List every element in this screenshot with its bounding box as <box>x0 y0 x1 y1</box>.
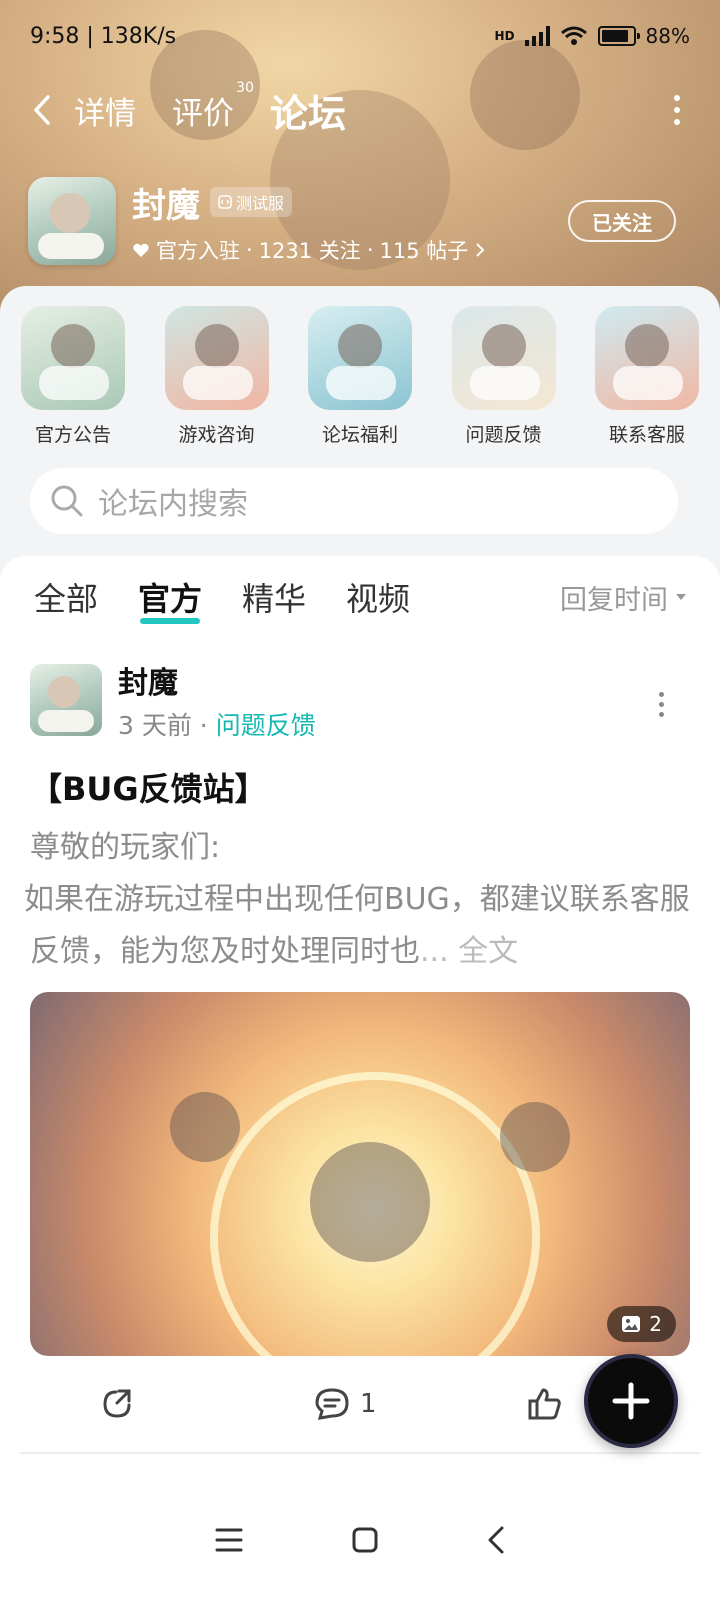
system-nav-bar <box>0 1480 720 1600</box>
image-figure <box>170 1092 240 1162</box>
search-placeholder: 论坛内搜索 <box>98 487 248 522</box>
sort-dropdown[interactable]: 回复时间 <box>560 578 686 617</box>
post-more-icon[interactable] <box>659 692 664 717</box>
status-bar: 9:58 | 138K/s HD 88% <box>30 18 690 54</box>
battery-level: 88% <box>645 24 690 48</box>
shortcut-image <box>595 306 699 410</box>
new-post-button[interactable] <box>584 1354 678 1448</box>
shortcut-image <box>308 306 412 410</box>
post-image[interactable]: 2 <box>30 992 690 1356</box>
post-card[interactable]: 封魔 3 天前 · 问题反馈 【BUG反馈站】 尊敬的玩家们: 如果在游玩过程中… <box>0 658 720 1356</box>
tab-reviews[interactable]: 评价 30 <box>172 80 254 133</box>
tab-all[interactable]: 全部 <box>34 574 98 620</box>
battery-icon <box>597 26 640 46</box>
divider <box>20 1452 700 1454</box>
tab-forum[interactable]: 论坛 <box>270 83 346 138</box>
image-icon <box>622 1316 641 1332</box>
review-count: 30 <box>236 79 254 96</box>
wifi-icon <box>560 26 587 45</box>
search-icon <box>51 485 83 517</box>
post-meta: 3 天前 · 问题反馈 <box>118 711 316 740</box>
header-banner: 9:58 | 138K/s HD 88% 详情 评价 30 论坛 封魔 测试服 … <box>0 0 720 320</box>
image-figure <box>500 1102 570 1172</box>
post-body[interactable]: 尊敬的玩家们: 如果在游玩过程中出现任何BUG，都建议联系客服反馈，能为您及时处… <box>24 822 690 978</box>
heart-icon <box>133 243 149 257</box>
post-title[interactable]: 【BUG反馈站】 <box>30 764 690 810</box>
app-icon[interactable] <box>28 177 116 265</box>
app-info: 封魔 测试服 官方入驻 · 1231 关注 · 115 帖子 已关注 <box>28 176 676 266</box>
tab-featured[interactable]: 精华 <box>242 574 306 620</box>
avatar[interactable] <box>30 664 102 736</box>
shortcut-customer-service[interactable]: 联系客服 <box>594 306 700 447</box>
comment-icon <box>315 1388 349 1420</box>
chevron-right-icon <box>476 242 485 257</box>
follow-button[interactable]: 已关注 <box>568 200 676 242</box>
back-nav-icon[interactable] <box>486 1525 506 1555</box>
post-author[interactable]: 封魔 <box>118 658 316 702</box>
image-figure <box>310 1142 430 1262</box>
shortcut-feedback[interactable]: 问题反馈 <box>451 306 557 447</box>
shortcut-game-inquiry[interactable]: 游戏咨询 <box>164 306 270 447</box>
post-category[interactable]: 问题反馈 <box>216 711 316 740</box>
read-more-link[interactable]: ... 全文 <box>420 934 518 969</box>
comment-button[interactable]: 1 <box>314 1387 377 1421</box>
shortcut-official-notice[interactable]: 官方公告 <box>20 306 126 447</box>
shortcut-image <box>21 306 125 410</box>
like-button[interactable] <box>527 1387 563 1421</box>
more-options-icon[interactable] <box>674 95 680 125</box>
network-type: HD <box>494 29 515 43</box>
caret-down-icon <box>676 594 686 600</box>
shortcut-forum-benefits[interactable]: 论坛福利 <box>307 306 413 447</box>
status-time: 9:58 | 138K/s <box>30 23 177 49</box>
code-icon <box>218 195 232 209</box>
share-button[interactable] <box>100 1387 134 1421</box>
shortcut-image <box>164 306 269 410</box>
app-name: 封魔 <box>132 185 200 226</box>
search-input[interactable]: 论坛内搜索 <box>30 468 678 534</box>
image-count-badge: 2 <box>607 1306 676 1342</box>
tab-details[interactable]: 详情 <box>74 88 136 133</box>
app-stats[interactable]: 官方入驻 · 1231 关注 · 115 帖子 <box>132 235 486 265</box>
share-icon <box>103 1389 131 1418</box>
menu-icon[interactable] <box>214 1527 244 1553</box>
feed-tabs: 全部 官方 精华 视频 回复时间 <box>0 562 720 632</box>
home-icon[interactable] <box>351 1526 379 1554</box>
test-server-badge: 测试服 <box>210 187 293 217</box>
tab-video[interactable]: 视频 <box>346 574 410 620</box>
tab-official[interactable]: 官方 <box>138 574 202 624</box>
signal-icon <box>524 26 550 46</box>
comment-count: 1 <box>360 1389 377 1419</box>
thumbs-up-icon <box>528 1388 561 1420</box>
top-navigation: 详情 评价 30 论坛 <box>28 80 680 140</box>
shortcut-row: 官方公告 游戏咨询 论坛福利 问题反馈 联系客服 <box>20 306 700 447</box>
shortcut-image <box>451 306 556 410</box>
plus-icon <box>612 1382 650 1420</box>
back-icon[interactable] <box>28 90 56 130</box>
